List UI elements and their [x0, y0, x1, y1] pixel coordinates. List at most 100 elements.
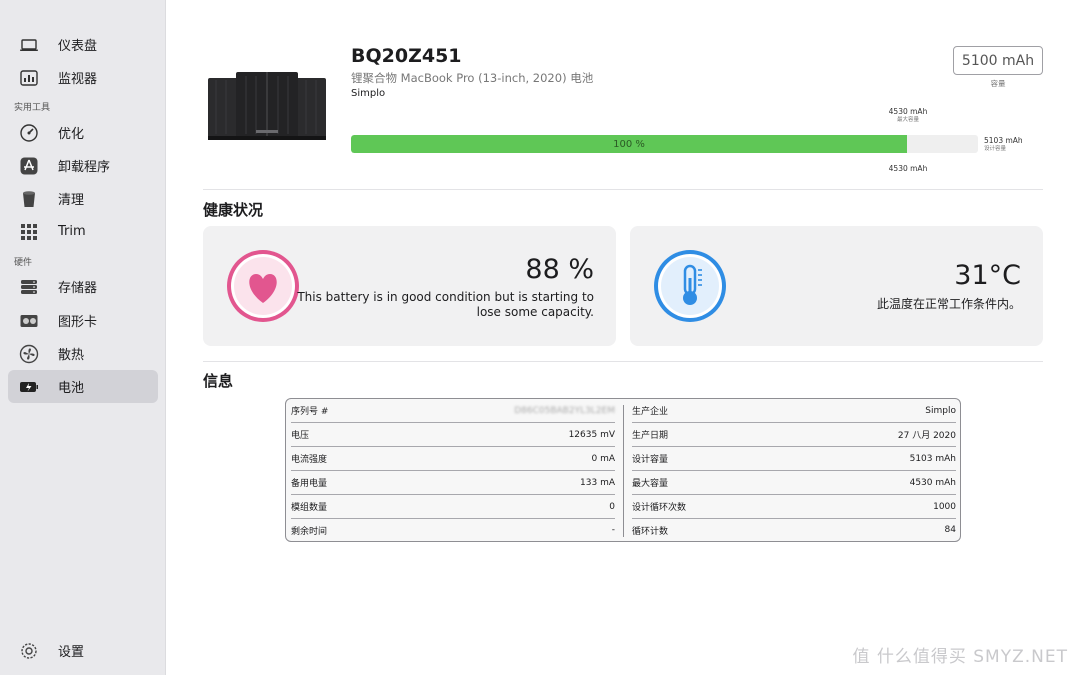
health-value: 88 %	[525, 254, 594, 285]
sidebar-item-label: 优化	[58, 127, 85, 142]
max-capacity-marker: 4530 mAh 最大容量	[878, 107, 938, 125]
sidebar-item-storage[interactable]: 存储器	[8, 270, 158, 303]
max-capacity-value: 4530 mAh	[888, 107, 928, 116]
temperature-description: 此温度在正常工作条件内。	[876, 297, 1021, 311]
max-capacity-caption: 最大容量	[896, 117, 919, 123]
laptop-icon	[18, 34, 40, 56]
info-key: 生产日期	[632, 431, 669, 441]
table-row: 最大容量 4530 mAh	[632, 471, 956, 495]
info-key: 最大容量	[632, 479, 669, 489]
temperature-value: 31°C	[954, 260, 1021, 291]
info-value: 0	[609, 501, 615, 512]
storage-icon	[18, 276, 40, 298]
info-value: 4530 mAh	[909, 477, 956, 488]
table-row: 电压 12635 mV	[291, 423, 615, 447]
sidebar-item-gpu[interactable]: 图形卡	[8, 304, 158, 337]
thermometer-icon	[654, 250, 726, 322]
table-row: 设计循环次数 1000	[632, 495, 956, 519]
table-row: 电流强度 0 mA	[291, 447, 615, 471]
sidebar-item-uninstaller[interactable]: 卸载程序	[8, 149, 158, 182]
info-key: 备用电量	[291, 479, 328, 489]
sidebar-section-tools: 实用工具	[14, 103, 51, 113]
design-capacity-marker: 5103 mAh 设计容量	[984, 136, 1023, 154]
table-row: 备用电量 133 mA	[291, 471, 615, 495]
sidebar-item-label: 设置	[58, 645, 85, 660]
gauge-icon	[18, 122, 40, 144]
info-value: -	[611, 525, 615, 535]
info-value: 1000	[933, 501, 956, 512]
health-card: 88 % This battery is in good condition b…	[203, 226, 616, 346]
sidebar-item-label: 仪表盘	[58, 39, 98, 54]
health-description-line: lose some capacity.	[476, 305, 594, 319]
battery-description: 锂聚合物 MacBook Pro (13-inch, 2020) 电池	[351, 71, 594, 85]
divider	[203, 189, 1043, 190]
monitor-chart-icon	[18, 67, 40, 89]
main-content: BQ20Z451 锂聚合物 MacBook Pro (13-inch, 2020…	[166, 0, 1080, 675]
sidebar-section-hardware: 硬件	[14, 258, 33, 268]
sidebar-item-clean[interactable]: 清理	[8, 182, 158, 215]
sidebar-item-label: Trim	[58, 224, 86, 239]
sidebar-item-label: 监视器	[58, 72, 98, 87]
info-column-right: 生产企业 Simplo 生产日期 27 八月 2020 设计容量 5103 mA…	[627, 399, 965, 541]
battery-manufacturer: Simplo	[351, 88, 386, 99]
sidebar-item-label: 散热	[58, 348, 85, 363]
serial-number-value: D86C05BAB2YL3L2EM	[514, 405, 615, 416]
charge-percent-text: 100 %	[613, 138, 645, 150]
info-key: 模组数量	[291, 503, 328, 513]
info-key: 电压	[291, 431, 310, 441]
capacity-value-box: 5100 mAh	[953, 46, 1043, 75]
watermark: 值 什么值得买 SMYZ.NET	[852, 647, 1068, 667]
table-row: 生产日期 27 八月 2020	[632, 423, 956, 447]
info-key: 序列号 #	[291, 407, 329, 417]
info-value: 84	[944, 525, 956, 535]
sidebar-item-battery[interactable]: 电池	[8, 370, 158, 403]
gpu-icon	[18, 310, 40, 332]
info-value: 27 八月 2020	[897, 431, 956, 441]
table-row: 剩余时间 -	[291, 518, 615, 542]
sidebar-item-label: 图形卡	[58, 315, 98, 330]
table-row: 循环计数 84	[632, 518, 956, 542]
sidebar: 仪表盘 监视器 实用工具 优化 卸载程序 清理 Trim 硬件 存储器 图形卡 …	[0, 0, 166, 675]
info-value: 12635 mV	[568, 429, 615, 440]
info-section-title: 信息	[203, 372, 234, 390]
sidebar-item-label: 卸载程序	[58, 160, 111, 175]
fan-icon	[18, 343, 40, 365]
info-key: 设计容量	[632, 455, 669, 465]
table-row: 序列号 # D86C05BAB2YL3L2EM	[291, 399, 615, 423]
gear-icon	[18, 640, 40, 662]
bar-bottom-value: 4530 mAh	[888, 164, 928, 173]
appstore-icon	[18, 155, 40, 177]
capacity-progress-bar: 100 %	[351, 135, 978, 153]
sidebar-item-dashboard[interactable]: 仪表盘	[8, 28, 158, 61]
info-key: 生产企业	[632, 407, 669, 417]
sidebar-item-trim[interactable]: Trim	[8, 215, 158, 248]
table-row: 模组数量 0	[291, 495, 615, 519]
grid-icon	[18, 221, 40, 243]
info-key: 剩余时间	[291, 526, 328, 537]
info-key: 设计循环次数	[632, 503, 687, 513]
capacity-caption: 容量	[990, 79, 1006, 88]
sidebar-item-label: 存储器	[58, 281, 98, 296]
battery-model-title: BQ20Z451	[351, 45, 462, 67]
column-divider	[623, 405, 624, 537]
info-key: 循环计数	[632, 526, 669, 537]
battery-product-image	[208, 72, 326, 140]
divider	[203, 361, 1043, 362]
sidebar-item-monitor[interactable]: 监视器	[8, 61, 158, 94]
battery-icon	[18, 376, 40, 398]
table-row: 生产企业 Simplo	[632, 399, 956, 423]
sidebar-item-optimize[interactable]: 优化	[8, 116, 158, 149]
table-row: 设计容量 5103 mAh	[632, 447, 956, 471]
heart-icon	[227, 250, 299, 322]
info-value: 0 mA	[591, 453, 615, 464]
sidebar-item-settings[interactable]: 设置	[8, 634, 158, 667]
info-key: 电流强度	[291, 455, 328, 465]
temperature-card: 31°C 此温度在正常工作条件内。	[630, 226, 1043, 346]
sidebar-item-label: 清理	[58, 193, 85, 208]
battery-info-table: 序列号 # D86C05BAB2YL3L2EM 电压 12635 mV 电流强度…	[285, 398, 961, 542]
health-description: This battery is in good condition but is…	[297, 290, 594, 320]
sidebar-item-cooling[interactable]: 散热	[8, 337, 158, 370]
design-capacity-value: 5103 mAh	[984, 136, 1023, 145]
design-capacity-caption: 设计容量	[984, 146, 1007, 152]
sidebar-item-label: 电池	[58, 381, 85, 396]
